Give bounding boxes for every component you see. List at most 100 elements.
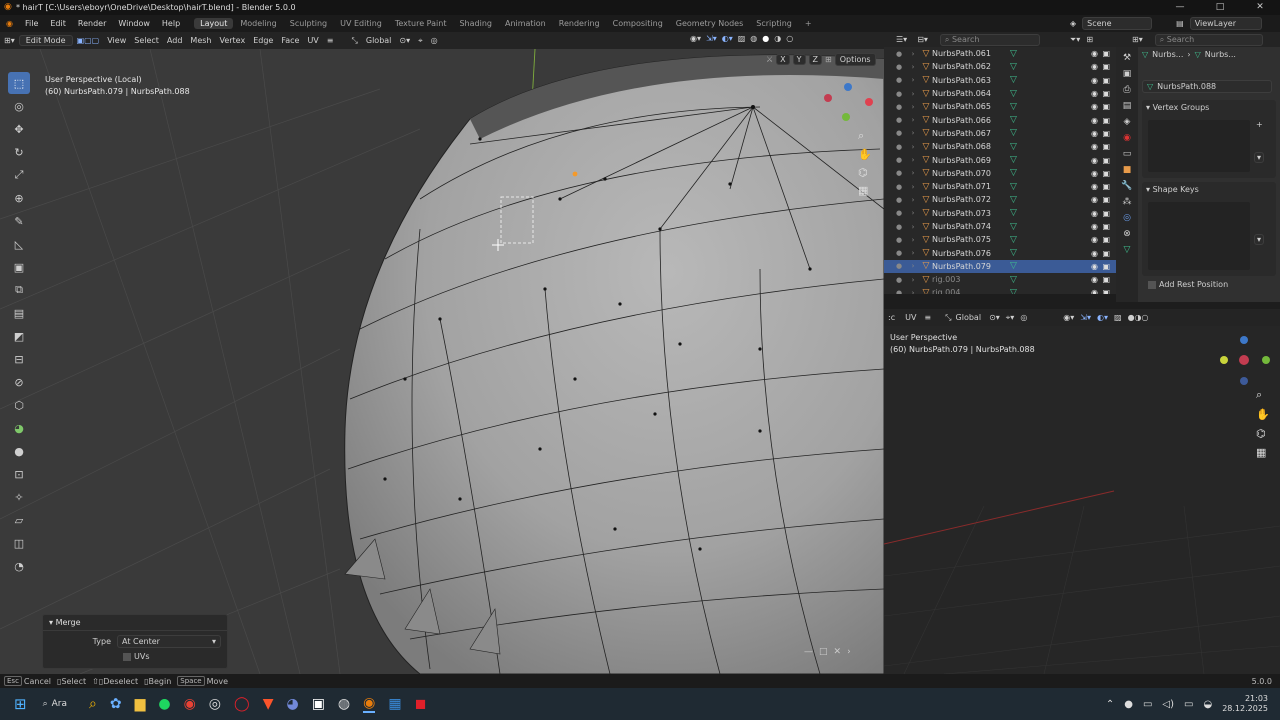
tab-uv-editing[interactable]: UV Editing <box>334 18 388 29</box>
visibility-eye-icon[interactable]: ◉ <box>1091 89 1098 98</box>
disclosure-triangle-icon[interactable]: › <box>906 276 920 284</box>
render-camera-icon[interactable]: ▣ <box>1102 76 1110 85</box>
scale-tool-icon[interactable]: ⤢ <box>8 164 30 186</box>
new-collection-icon[interactable]: ⊞ <box>1086 35 1093 44</box>
outliner-item-name[interactable]: NurbsPath.079 <box>932 262 1010 271</box>
outliner-item-name[interactable]: NurbsPath.062 <box>932 62 1010 71</box>
outliner-item-name[interactable]: NurbsPath.063 <box>932 76 1010 85</box>
data-tab-icon[interactable]: ▽ <box>1124 245 1131 255</box>
disclosure-triangle-icon[interactable]: › <box>906 196 920 204</box>
transform-tool-icon[interactable]: ⊕ <box>8 187 30 209</box>
blender-menu-icon[interactable]: ◉ <box>0 19 19 28</box>
visibility-eye-icon[interactable]: ◉ <box>1091 76 1098 85</box>
search-app-icon[interactable]: ⌕ <box>89 696 97 712</box>
menu-file[interactable]: File <box>19 19 44 28</box>
expand-icon[interactable]: ● <box>892 50 906 58</box>
mesh-name-field[interactable]: ▽ NurbsPath.088 <box>1142 80 1272 93</box>
chrome-icon[interactable]: ◉ <box>184 696 196 712</box>
outliner-row[interactable]: ● › ▽ NurbsPath.061 ▽ ◉ ▣ <box>884 47 1116 60</box>
disclosure-triangle-icon[interactable]: › <box>906 169 920 177</box>
vertex-groups-header[interactable]: Vertex Groups <box>1153 103 1210 112</box>
render-camera-icon[interactable]: ▣ <box>1102 102 1110 111</box>
add-icon[interactable]: + <box>1256 120 1263 129</box>
outliner-row[interactable]: ● › ▽ NurbsPath.074 ▽ ◉ ▣ <box>884 220 1116 233</box>
specials-menu-icon[interactable]: ▾ <box>1254 152 1265 163</box>
options-button[interactable]: Options <box>834 53 876 66</box>
render-camera-icon[interactable]: ▣ <box>1102 116 1110 125</box>
outliner-item-name[interactable]: NurbsPath.066 <box>932 116 1010 125</box>
tab-shading[interactable]: Shading <box>453 18 498 29</box>
view-layer-tab-icon[interactable]: ▤ <box>1123 101 1132 111</box>
gizmo-icon[interactable]: ⇲▾ <box>706 34 717 43</box>
maximize-button[interactable]: □ <box>1200 0 1240 15</box>
cursor-tool-icon[interactable]: ◎ <box>8 95 30 117</box>
merge-panel-title[interactable]: Merge <box>56 618 81 627</box>
menu-window[interactable]: Window <box>112 19 156 28</box>
disclosure-triangle-icon[interactable]: › <box>906 249 920 257</box>
battery-icon[interactable]: ▭ <box>1184 699 1193 710</box>
visibility-eye-icon[interactable]: ◉ <box>1091 169 1098 178</box>
mode-selector[interactable]: Edit Mode <box>18 35 73 46</box>
axis-y-button[interactable]: Y <box>792 54 806 65</box>
render-camera-icon[interactable]: ▣ <box>1102 235 1110 244</box>
pivot-icon[interactable]: ⊙▾ <box>395 36 414 45</box>
uv-viewport[interactable]: User Perspective (60) NurbsPath.079 | Nu… <box>884 326 1280 674</box>
disclosure-triangle-icon[interactable]: › <box>906 129 920 137</box>
uv-orientation-selector[interactable]: Global <box>956 313 982 322</box>
proportional-edit-icon[interactable]: ◎ <box>1020 313 1027 322</box>
proportional-edit-icon[interactable]: ◎ <box>427 36 442 45</box>
network-icon[interactable]: ◒ <box>1203 699 1212 710</box>
disclosure-triangle-icon[interactable]: › <box>906 209 920 217</box>
object-tab-icon[interactable]: ■ <box>1123 165 1132 175</box>
expand-icon[interactable]: ● <box>892 103 906 111</box>
expand-icon[interactable]: ● <box>892 129 906 137</box>
outliner-row[interactable]: ● › ▽ NurbsPath.066 ▽ ◉ ▣ <box>884 113 1116 126</box>
render-camera-icon[interactable]: ▣ <box>1102 49 1110 58</box>
outliner-row[interactable]: ● › ▽ NurbsPath.075 ▽ ◉ ▣ <box>884 233 1116 246</box>
3d-viewport[interactable]: ⚔ X Y Z ⊞ Options ⌕ ✋ ⌬ ▦ — □ ✕ › <box>0 49 884 674</box>
outliner-row[interactable]: ● › ▽ NurbsPath.065 ▽ ◉ ▣ <box>884 100 1116 113</box>
visibility-eye-icon[interactable]: ◉ <box>1091 62 1098 71</box>
outliner-item-name[interactable]: NurbsPath.069 <box>932 156 1010 165</box>
menu-edge[interactable]: Edge <box>249 36 277 45</box>
render-camera-icon[interactable]: ▣ <box>1102 249 1110 258</box>
tab-scripting[interactable]: Scripting <box>750 18 798 29</box>
visibility-eye-icon[interactable]: ◉ <box>1091 209 1098 218</box>
outliner-row[interactable]: ● › ▽ NurbsPath.067 ▽ ◉ ▣ <box>884 127 1116 140</box>
panel-square-icon[interactable]: □ <box>819 647 828 657</box>
loop-cut-tool-icon[interactable]: ⊟ <box>8 348 30 370</box>
add-rest-position-checkbox[interactable] <box>1148 280 1156 289</box>
add-cube-tool-icon[interactable]: ▣ <box>8 256 30 278</box>
knife-tool-icon[interactable]: ⊘ <box>8 371 30 393</box>
scene-tab-icon[interactable]: ◈ <box>1124 117 1131 127</box>
render-camera-icon[interactable]: ▣ <box>1102 222 1110 231</box>
bevel-tool-icon[interactable]: ◩ <box>8 325 30 347</box>
tab-geometry-nodes[interactable]: Geometry Nodes <box>670 18 749 29</box>
render-camera-icon[interactable]: ▣ <box>1102 262 1110 271</box>
visibility-eye-icon[interactable]: ◉ <box>1091 262 1098 271</box>
properties-editor-icon[interactable]: ⊞▾ <box>1132 35 1143 44</box>
pivot-icon[interactable]: ⊙▾ <box>989 313 1000 322</box>
visibility-eye-icon[interactable]: ◉ <box>1091 142 1098 151</box>
outliner-search-input[interactable]: ⌕ Search <box>939 33 1040 46</box>
axis-z-button[interactable]: Z <box>808 54 823 65</box>
menu-uv[interactable]: UV <box>303 36 322 45</box>
output-tab-icon[interactable]: ⎙ <box>1123 85 1130 95</box>
editor-type-icon[interactable]: ⊞▾ <box>0 36 19 45</box>
visibility-eye-icon[interactable]: ◉ <box>1091 249 1098 258</box>
shape-keys-header[interactable]: Shape Keys <box>1153 185 1199 194</box>
select-box-tool-icon[interactable]: ⬚ <box>8 72 30 94</box>
close-x-icon[interactable]: ✕ <box>834 647 842 657</box>
tab-rendering[interactable]: Rendering <box>553 18 606 29</box>
tray-chevron-icon[interactable]: ⌃ <box>1106 699 1114 710</box>
hamburger-icon[interactable]: ≡ <box>323 36 338 45</box>
outliner-row[interactable]: ● › ▽ rig.003 ▽ ◉ ▣ <box>884 273 1116 286</box>
expand-icon[interactable]: ● <box>892 276 906 284</box>
opera-icon[interactable]: ◯ <box>234 696 250 712</box>
auto-merge-icon[interactable]: ⊞ <box>825 55 832 64</box>
render-camera-icon[interactable]: ▣ <box>1102 142 1110 151</box>
move-tool-icon[interactable]: ✥ <box>8 118 30 140</box>
outliner-item-name[interactable]: NurbsPath.074 <box>932 222 1010 231</box>
shading-rendered-icon[interactable]: ○ <box>786 34 793 43</box>
outliner-row[interactable]: ● › ▽ NurbsPath.076 ▽ ◉ ▣ <box>884 246 1116 259</box>
